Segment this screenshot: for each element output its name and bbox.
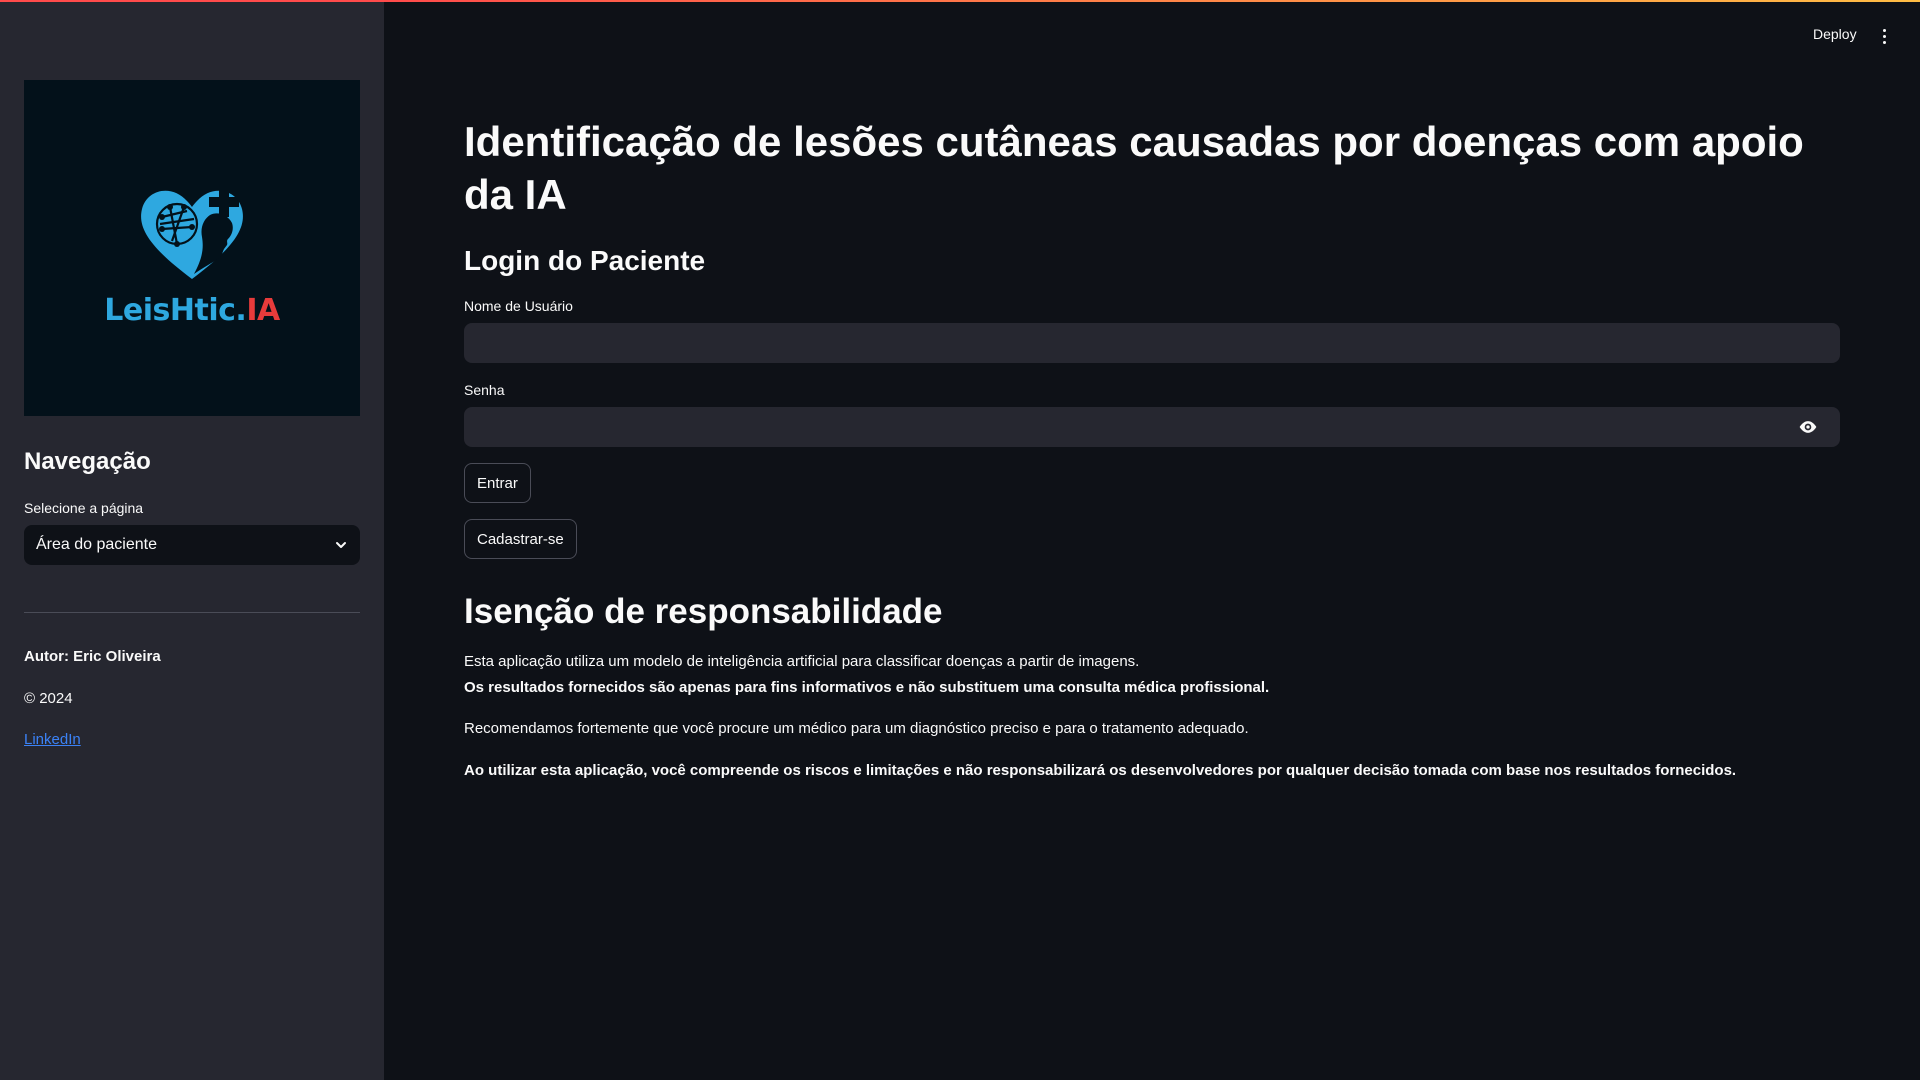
- login-button[interactable]: Entrar: [464, 463, 531, 503]
- page-select-value: Área do paciente: [36, 536, 157, 553]
- chevron-down-icon: [336, 542, 346, 548]
- sidebar: LeisHtic.IA Navegação Selecione a página…: [0, 0, 384, 1080]
- disclaimer-paragraph-3: Recomendamos fortemente que você procure…: [464, 720, 1249, 737]
- logo-text: LeisHtic.IA: [104, 292, 280, 328]
- eye-icon[interactable]: [1798, 418, 1818, 436]
- password-field[interactable]: [464, 407, 1840, 447]
- app-logo: LeisHtic.IA: [24, 80, 360, 416]
- logo-text-accent: IA: [246, 292, 280, 328]
- page-title: Identificação de lesões cutâneas causada…: [464, 118, 1804, 218]
- deploy-button[interactable]: Deploy: [1813, 26, 1857, 42]
- disclaimer-paragraph-1: Esta aplicação utiliza um modelo de inte…: [464, 653, 1140, 670]
- heart-brain-icon: [141, 186, 243, 279]
- author-text: Autor: Eric Oliveira: [24, 648, 161, 665]
- copyright-text: © 2024: [24, 690, 73, 707]
- register-button[interactable]: Cadastrar-se: [464, 519, 577, 559]
- kebab-menu-icon[interactable]: [1878, 26, 1890, 46]
- header-decoration-bar: [0, 0, 1920, 2]
- logo-text-primary: LeisHtic.: [104, 292, 247, 328]
- disclaimer-paragraph-2: Os resultados fornecidos são apenas para…: [464, 679, 1270, 696]
- password-label: Senha: [464, 382, 505, 398]
- disclaimer-title: Isenção de responsabilidade: [464, 592, 943, 631]
- username-field[interactable]: [464, 323, 1840, 363]
- username-label: Nome de Usuário: [464, 298, 573, 314]
- page-select[interactable]: Área do paciente: [24, 525, 360, 565]
- disclaimer-paragraph-4: Ao utilizar esta aplicação, você compree…: [464, 762, 1737, 779]
- sidebar-divider: [24, 612, 360, 613]
- navigation-title: Navegação: [24, 448, 151, 475]
- login-title: Login do Paciente: [464, 245, 706, 276]
- linkedin-link[interactable]: LinkedIn: [24, 731, 81, 748]
- page-select-label: Selecione a página: [24, 500, 144, 516]
